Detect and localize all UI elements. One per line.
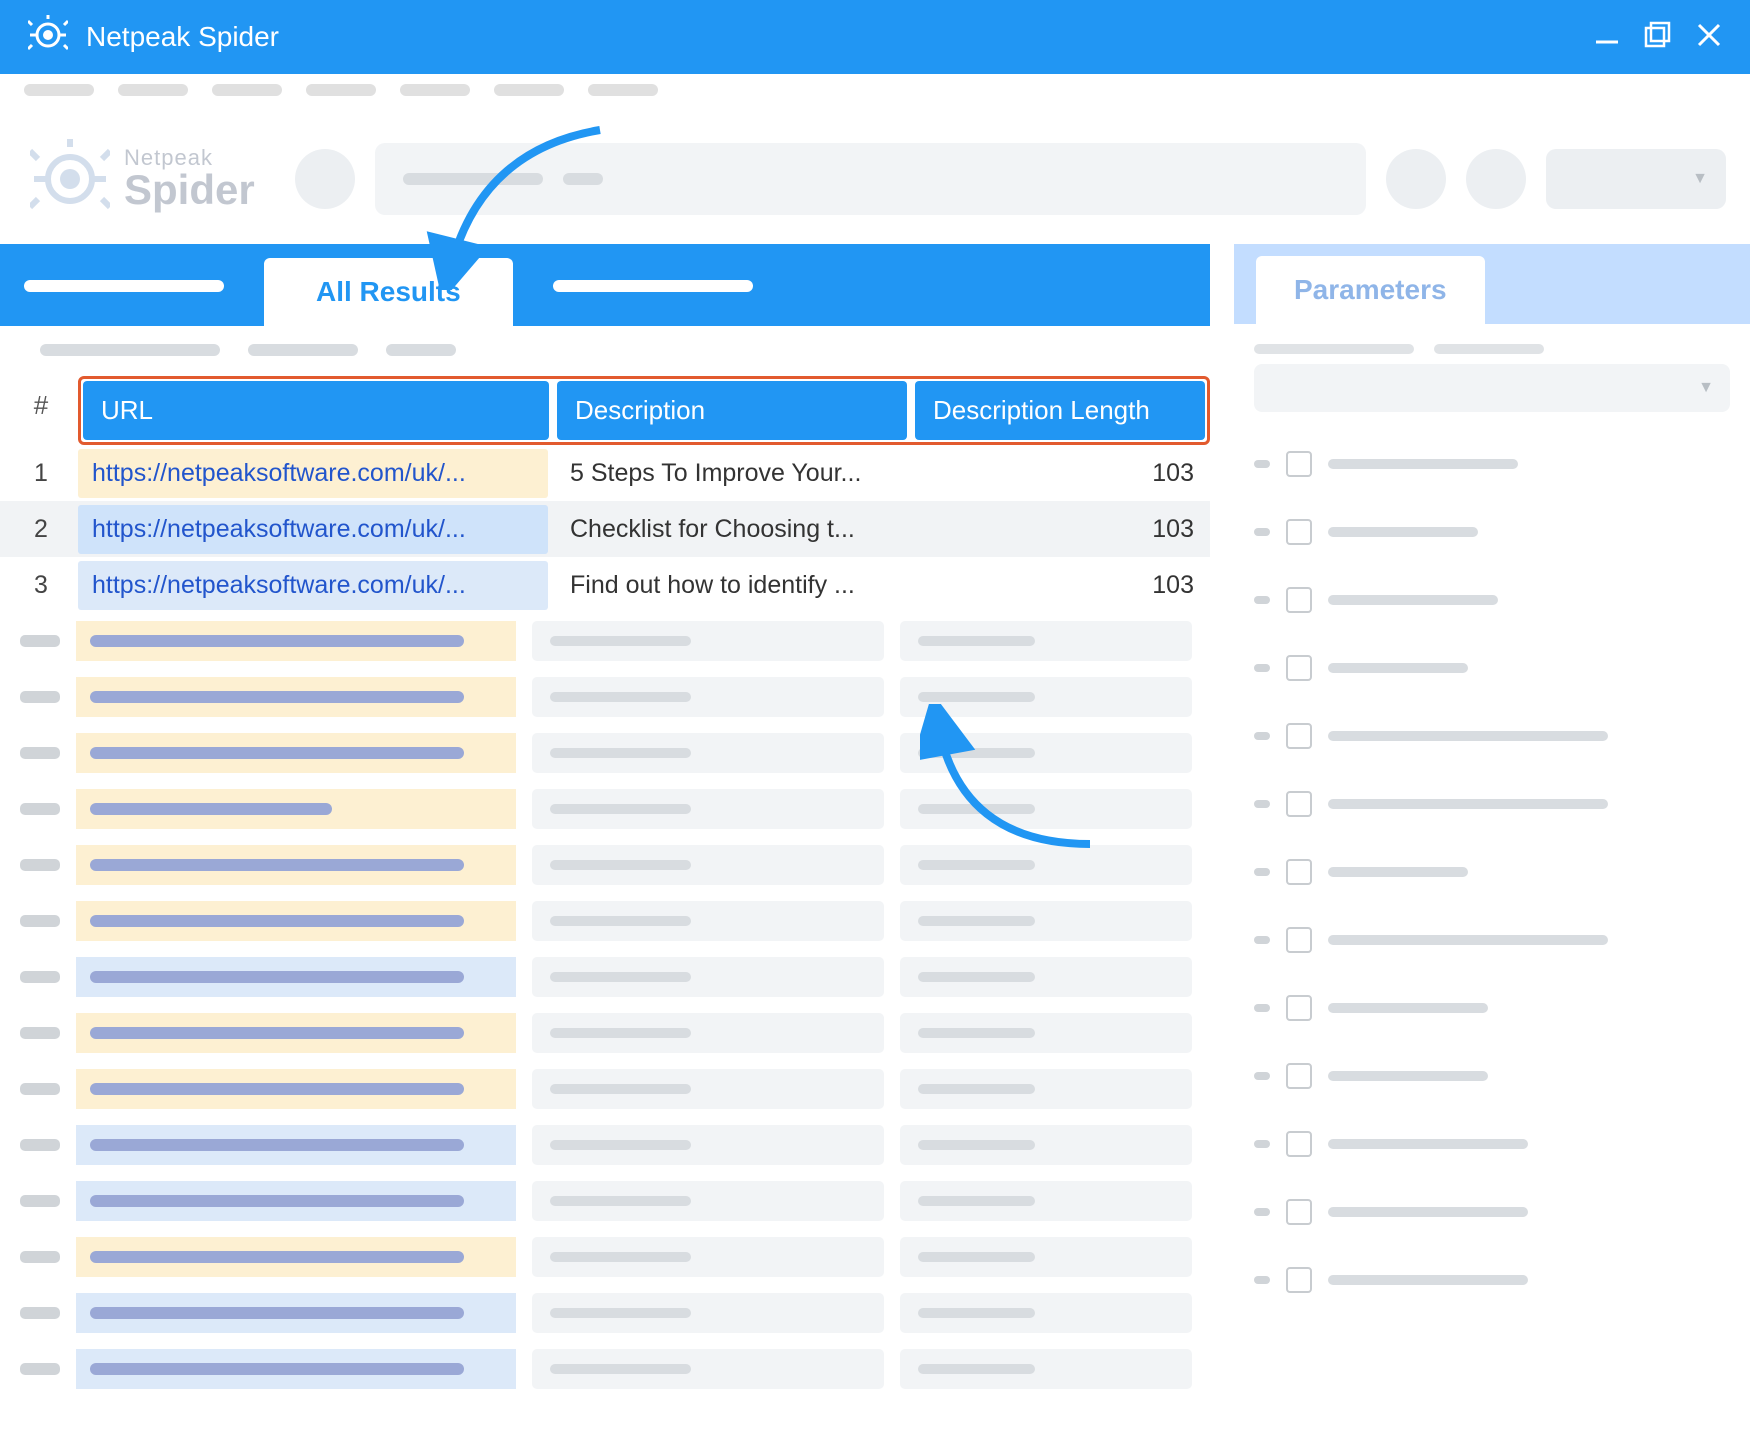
close-button[interactable]: [1696, 22, 1722, 53]
parameter-item[interactable]: [1254, 838, 1730, 906]
table-row[interactable]: 2 https://netpeaksoftware.com/uk/... Che…: [0, 501, 1210, 557]
results-table: # URL Description Description Length 1 h…: [0, 376, 1210, 1443]
tab[interactable]: [24, 280, 224, 292]
menu-item[interactable]: [212, 84, 282, 96]
maximize-button[interactable]: [1644, 21, 1672, 54]
parameter-item[interactable]: [1254, 770, 1730, 838]
url-input[interactable]: [375, 143, 1366, 215]
checkbox[interactable]: [1286, 451, 1312, 477]
parameter-item[interactable]: [1254, 974, 1730, 1042]
toolbar-dropdown[interactable]: ▼: [1546, 149, 1726, 209]
cell-length: 103: [916, 505, 1208, 554]
checkbox[interactable]: [1286, 791, 1312, 817]
cell-number: 1: [12, 459, 70, 488]
checkbox[interactable]: [1286, 927, 1312, 953]
parameter-item[interactable]: [1254, 1178, 1730, 1246]
parameter-item[interactable]: [1254, 1246, 1730, 1314]
cell-description: 5 Steps To Improve Your...: [556, 449, 908, 498]
toolbar-button[interactable]: [1466, 149, 1526, 209]
checkbox[interactable]: [1286, 587, 1312, 613]
parameter-item[interactable]: [1254, 1110, 1730, 1178]
menu-item[interactable]: [118, 84, 188, 96]
parameter-item[interactable]: [1254, 430, 1730, 498]
parameter-item[interactable]: [1254, 906, 1730, 974]
spider-icon: [28, 15, 68, 60]
col-header-description[interactable]: Description: [557, 381, 907, 440]
table-row[interactable]: 1 https://netpeaksoftware.com/uk/... 5 S…: [0, 445, 1210, 501]
checkbox[interactable]: [1286, 723, 1312, 749]
toolbar-button[interactable]: [295, 149, 355, 209]
checkbox[interactable]: [1286, 1131, 1312, 1157]
parameter-item[interactable]: [1254, 566, 1730, 634]
filter-button[interactable]: [40, 344, 220, 356]
cell-number: 3: [12, 571, 70, 600]
tab-parameters[interactable]: Parameters: [1256, 256, 1485, 324]
menu-item[interactable]: [494, 84, 564, 96]
toolbar: Netpeak Spider ▼: [0, 114, 1750, 244]
titlebar: Netpeak Spider: [0, 0, 1750, 74]
cell-url[interactable]: https://netpeaksoftware.com/uk/...: [78, 449, 548, 498]
parameter-item[interactable]: [1254, 1042, 1730, 1110]
menubar: [0, 74, 1750, 114]
checkbox[interactable]: [1286, 1063, 1312, 1089]
checkbox[interactable]: [1286, 995, 1312, 1021]
tab-all-results[interactable]: All Results: [264, 258, 513, 326]
checkbox[interactable]: [1286, 1199, 1312, 1225]
cell-length: 103: [916, 561, 1208, 610]
minimize-button[interactable]: [1594, 22, 1620, 53]
cell-length: 103: [916, 449, 1208, 498]
menu-item[interactable]: [24, 84, 94, 96]
highlighted-columns: URL Description Description Length: [78, 376, 1210, 445]
toolbar-button[interactable]: [1386, 149, 1446, 209]
cell-url[interactable]: https://netpeaksoftware.com/uk/...: [78, 505, 548, 554]
cell-description: Checklist for Choosing t...: [556, 505, 908, 554]
logo-text-bottom: Spider: [124, 169, 255, 211]
table-row[interactable]: 3 https://netpeaksoftware.com/uk/... Fin…: [0, 557, 1210, 613]
filter-bar: [0, 326, 1210, 376]
cell-url[interactable]: https://netpeaksoftware.com/uk/...: [78, 561, 548, 610]
app-title: Netpeak Spider: [86, 21, 279, 53]
results-tabstrip: All Results: [0, 244, 1210, 326]
filter-button[interactable]: [248, 344, 358, 356]
cell-number: 2: [12, 515, 70, 544]
app-logo: Netpeak Spider: [30, 139, 255, 219]
checkbox[interactable]: [1286, 655, 1312, 681]
parameters-panel: Parameters ▼: [1210, 244, 1750, 1443]
col-header-number[interactable]: #: [12, 376, 70, 445]
checkbox[interactable]: [1286, 859, 1312, 885]
menu-item[interactable]: [306, 84, 376, 96]
col-header-description-length[interactable]: Description Length: [915, 381, 1205, 440]
parameter-select[interactable]: ▼: [1254, 364, 1730, 412]
cell-description: Find out how to identify ...: [556, 561, 908, 610]
checkbox[interactable]: [1286, 1267, 1312, 1293]
parameter-item[interactable]: [1254, 702, 1730, 770]
col-header-url[interactable]: URL: [83, 381, 549, 440]
filter-button[interactable]: [386, 344, 456, 356]
parameter-item[interactable]: [1254, 634, 1730, 702]
menu-item[interactable]: [400, 84, 470, 96]
checkbox[interactable]: [1286, 519, 1312, 545]
parameter-item[interactable]: [1254, 498, 1730, 566]
menu-item[interactable]: [588, 84, 658, 96]
tab[interactable]: [553, 280, 753, 292]
